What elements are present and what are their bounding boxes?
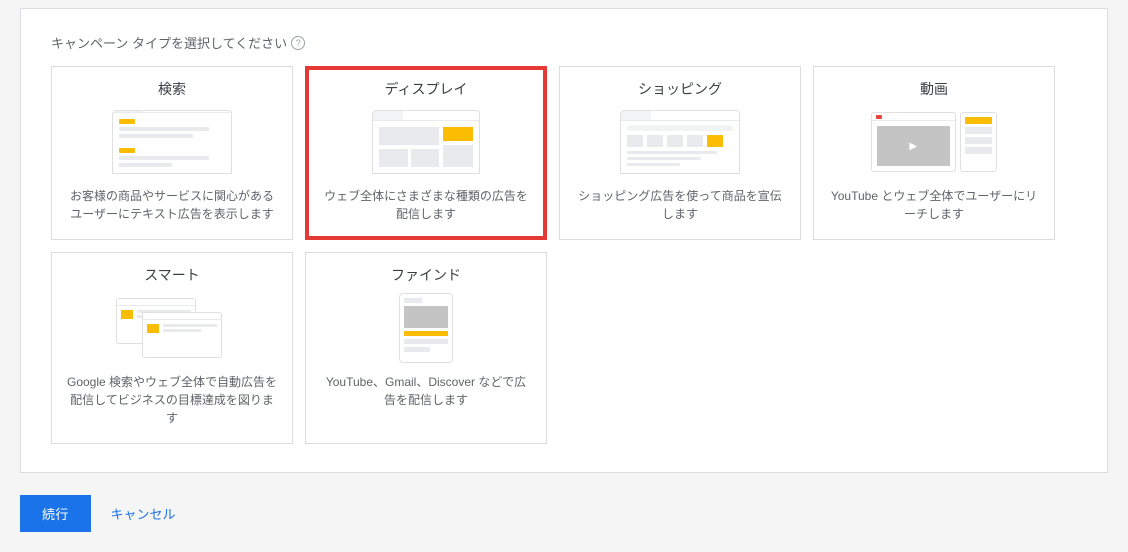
continue-button[interactable]: 続行 xyxy=(20,495,91,532)
cancel-button[interactable]: キャンセル xyxy=(111,504,176,523)
campaign-type-panel: キャンペーン タイプを選択してください ? 検索 xyxy=(20,8,1108,473)
campaign-card-shopping[interactable]: ショッピング ショッピング広告を使って商品を宣伝します xyxy=(559,66,801,240)
card-title: スマート xyxy=(66,265,278,285)
card-desc: お客様の商品やサービスに関心があるユーザーにテキスト広告を表示します xyxy=(66,187,278,223)
smart-illustration xyxy=(66,293,278,363)
play-icon: ▶ xyxy=(877,126,950,166)
campaign-card-search[interactable]: 検索 xyxy=(51,66,293,240)
card-title: ディスプレイ xyxy=(320,79,532,99)
help-icon[interactable]: ? xyxy=(291,36,305,50)
search-illustration xyxy=(66,107,278,177)
shopping-illustration xyxy=(574,107,786,177)
campaign-card-video[interactable]: 動画 ▶ YouTube とウェブ全体でユーザーにリーチします xyxy=(813,66,1055,240)
campaign-card-smart[interactable]: スマート xyxy=(51,252,293,444)
card-desc: Google 検索やウェブ全体で自動広告を配信してビジネスの目標達成を図ります xyxy=(66,373,278,427)
card-title: 検索 xyxy=(66,79,278,99)
discovery-illustration xyxy=(320,293,532,363)
card-title: 動画 xyxy=(828,79,1040,99)
campaign-card-discovery[interactable]: ファインド YouTube、Gmail、Discover などで広告を配信します xyxy=(305,252,547,444)
section-title-text: キャンペーン タイプを選択してください xyxy=(51,33,287,52)
card-title: ショッピング xyxy=(574,79,786,99)
card-desc: YouTube とウェブ全体でユーザーにリーチします xyxy=(828,187,1040,223)
video-illustration: ▶ xyxy=(828,107,1040,177)
card-desc: YouTube、Gmail、Discover などで広告を配信します xyxy=(320,373,532,409)
campaign-card-display[interactable]: ディスプレイ xyxy=(305,66,547,240)
campaign-type-cards: 検索 xyxy=(51,66,1077,444)
display-illustration xyxy=(320,107,532,177)
card-desc: ウェブ全体にさまざまな種類の広告を配信します xyxy=(320,187,532,223)
section-title-row: キャンペーン タイプを選択してください ? xyxy=(51,33,1077,52)
card-title: ファインド xyxy=(320,265,532,285)
card-desc: ショッピング広告を使って商品を宣伝します xyxy=(574,187,786,223)
